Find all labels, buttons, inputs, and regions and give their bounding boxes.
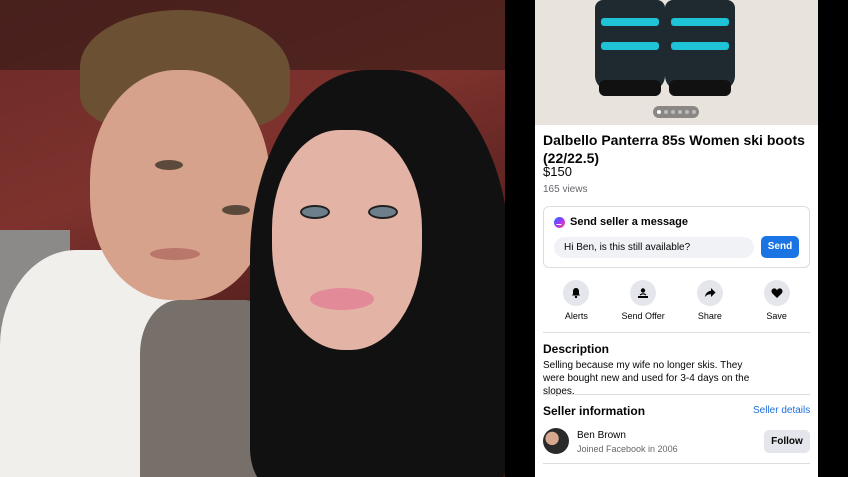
listing-title: Dalbello Panterra 85s Women ski boots (2… bbox=[543, 132, 805, 166]
listing-views: 165 views bbox=[543, 184, 588, 195]
message-input[interactable]: Hi Ben, is this still available? bbox=[554, 237, 754, 258]
seller-name[interactable]: Ben Brown bbox=[577, 430, 626, 441]
bell-icon bbox=[563, 280, 590, 306]
description-heading: Description bbox=[543, 342, 610, 356]
listing-actions: Alerts Send Offer Share Save bbox=[543, 280, 810, 326]
share-icon bbox=[696, 280, 723, 306]
save-button[interactable]: Save bbox=[746, 280, 808, 326]
couple-photo bbox=[0, 0, 505, 477]
seller-details-link[interactable]: Seller details bbox=[753, 405, 810, 416]
share-label: Share bbox=[697, 311, 722, 321]
black-border bbox=[818, 0, 848, 477]
heart-icon bbox=[763, 280, 790, 306]
send-offer-label: Send Offer bbox=[621, 311, 665, 321]
share-button[interactable]: Share bbox=[679, 280, 741, 326]
boot-strap bbox=[601, 42, 659, 50]
carousel-dot[interactable] bbox=[656, 110, 661, 114]
ski-boot-image bbox=[595, 0, 665, 96]
seller-info-heading: Seller information bbox=[543, 404, 646, 418]
photo-man-eye bbox=[222, 205, 250, 215]
photo-man-mouth bbox=[150, 248, 200, 260]
alerts-label: Alerts bbox=[564, 311, 588, 321]
send-offer-button[interactable]: Send Offer bbox=[612, 280, 674, 326]
section-divider bbox=[543, 463, 810, 464]
boot-strap bbox=[671, 18, 729, 26]
ski-boot-image bbox=[665, 0, 735, 96]
section-divider bbox=[543, 332, 810, 333]
seller-avatar[interactable] bbox=[543, 428, 569, 454]
boot-sole bbox=[669, 80, 731, 96]
carousel-dot[interactable] bbox=[691, 110, 696, 114]
send-button[interactable]: Send bbox=[761, 236, 799, 258]
message-header: Send seller a message bbox=[554, 216, 688, 228]
description-text: Selling because my wife no longer skis. … bbox=[543, 360, 750, 397]
follow-button[interactable]: Follow bbox=[764, 430, 810, 453]
product-image[interactable] bbox=[535, 0, 818, 125]
carousel-dot[interactable] bbox=[684, 110, 689, 114]
carousel-dot[interactable] bbox=[663, 110, 668, 114]
marketplace-listing-panel: Dalbello Panterra 85s Women ski boots (2… bbox=[535, 0, 818, 477]
section-divider bbox=[543, 394, 810, 395]
photo-woman-lips bbox=[310, 288, 374, 310]
image-carousel-dots[interactable] bbox=[653, 106, 699, 118]
carousel-dot[interactable] bbox=[670, 110, 675, 114]
photo-woman-eye bbox=[300, 205, 330, 219]
messenger-icon bbox=[554, 216, 565, 228]
save-label: Save bbox=[766, 311, 787, 321]
seller-joined-date: Joined Facebook in 2006 bbox=[577, 444, 678, 454]
photo-woman-eye bbox=[368, 205, 398, 219]
message-header-label: Send seller a message bbox=[570, 216, 689, 228]
photo-woman-face bbox=[272, 130, 422, 350]
photo-man-eye bbox=[155, 160, 183, 170]
boot-sole bbox=[599, 80, 661, 96]
carousel-dot[interactable] bbox=[677, 110, 682, 114]
boot-strap bbox=[601, 18, 659, 26]
black-divider bbox=[505, 0, 535, 477]
listing-price: $150 bbox=[543, 164, 572, 179]
send-message-card: Send seller a message Hi Ben, is this st… bbox=[543, 206, 810, 268]
photo-man-face bbox=[90, 70, 270, 300]
offer-icon bbox=[630, 280, 657, 306]
alerts-button[interactable]: Alerts bbox=[545, 280, 607, 326]
boot-strap bbox=[671, 42, 729, 50]
